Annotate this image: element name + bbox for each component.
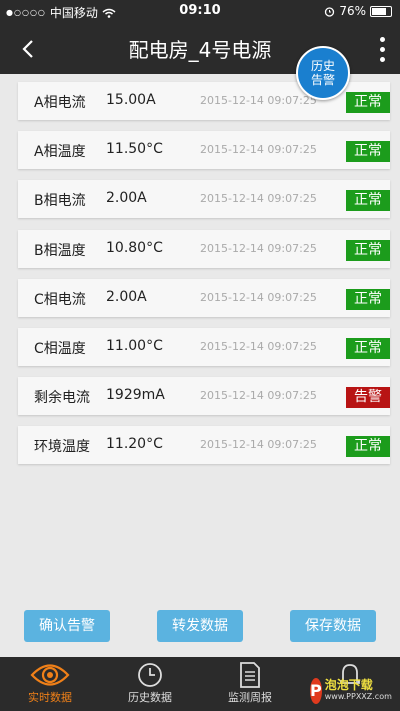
save-data-button[interactable]: 保存数据 [290, 610, 376, 642]
item-value: 15.00A [106, 92, 156, 108]
status-badge: 正常 [346, 92, 390, 113]
battery-fill [372, 7, 386, 15]
status-badge: 告警 [346, 387, 390, 409]
item-value: 2.00A [106, 190, 147, 207]
tab-label: 历史数据 [128, 691, 172, 704]
item-timestamp: 2015-12-14 09:07:25 [200, 339, 317, 353]
forward-data-button[interactable]: 转发数据 [157, 610, 243, 642]
item-timestamp: 2015-12-14 09:07:25 [200, 94, 317, 107]
tab-label: 实时数据 [28, 691, 72, 704]
item-value: 11.50°C [106, 141, 163, 158]
item-name: C相电流 [34, 291, 86, 308]
tab-weekly-report[interactable]: 监测周报 [210, 661, 290, 705]
watermark-badge-icon: P [310, 678, 322, 704]
item-name: C相温度 [34, 340, 86, 357]
item-timestamp: 2015-12-14 09:07:25 [200, 241, 317, 255]
list-item[interactable]: A相温度 11.50°C 2015-12-14 09:07:25 正常 [18, 131, 390, 170]
status-badge: 正常 [346, 239, 390, 261]
watermark-url: www.PPXXZ.com [324, 692, 392, 701]
more-dot-icon [379, 46, 385, 52]
document-icon [210, 661, 290, 689]
item-value: 11.00°C [106, 337, 163, 354]
item-name: A相电流 [34, 95, 86, 111]
item-timestamp: 2015-12-14 09:07:25 [200, 389, 317, 403]
watermark-title: 泡泡下载 [324, 678, 373, 692]
item-value: 10.80°C [106, 239, 163, 256]
status-badge: 正常 [346, 141, 390, 163]
history-alarm-button[interactable]: 历史告警 [296, 46, 350, 100]
history-alarm-label: 历史告警 [310, 59, 335, 87]
tab-realtime-data[interactable]: 实时数据 [10, 661, 90, 705]
watermark-logo: P 泡泡下载 www.PPXXZ.com [310, 676, 392, 706]
item-name: B相电流 [34, 193, 86, 210]
status-right: 76% [324, 4, 392, 18]
status-badge: 正常 [346, 288, 390, 310]
item-timestamp: 2015-12-14 09:07:25 [200, 143, 317, 157]
list-item[interactable]: B相温度 10.80°C 2015-12-14 09:07:25 正常 [18, 229, 390, 268]
watermark-text: 泡泡下载 www.PPXXZ.com [325, 679, 392, 703]
list-item[interactable]: 环境温度 11.20°C 2015-12-14 09:07:25 正常 [18, 426, 390, 465]
list-item[interactable]: 剩余电流 1929mA 2015-12-14 09:07:25 告警 [18, 377, 390, 416]
list-item[interactable]: B相电流 2.00A 2015-12-14 09:07:25 正常 [18, 180, 390, 219]
status-bar: ●○○○○ 中国移动 09:10 76% [0, 0, 400, 22]
alarm-clock-icon [325, 6, 335, 17]
item-timestamp: 2015-12-14 09:07:25 [200, 438, 317, 452]
list-item[interactable]: C相温度 11.00°C 2015-12-14 09:07:25 正常 [18, 327, 390, 366]
status-badge: 正常 [346, 337, 390, 359]
more-dot-icon [379, 36, 385, 42]
battery-icon [370, 5, 392, 17]
measurement-list: A相电流 15.00A 2015-12-14 09:07:25 正常 A相温度 … [18, 82, 390, 476]
item-timestamp: 2015-12-14 09:07:25 [200, 290, 317, 304]
item-name: A相温度 [34, 144, 86, 161]
list-item[interactable]: C相电流 2.00A 2015-12-14 09:07:25 正常 [18, 278, 390, 317]
item-name: 环境温度 [34, 439, 90, 456]
clock-icon [110, 661, 190, 689]
status-badge: 正常 [346, 190, 390, 212]
more-dot-icon [379, 56, 385, 62]
item-value: 11.20°C [106, 436, 163, 453]
battery-percent: 76% [339, 4, 366, 18]
item-value: 2.00A [106, 288, 147, 305]
item-timestamp: 2015-12-14 09:07:25 [200, 192, 317, 206]
tab-label: 监测周报 [228, 691, 272, 704]
item-name: 剩余电流 [34, 390, 90, 407]
tab-history-data[interactable]: 历史数据 [110, 661, 190, 705]
status-badge: 正常 [346, 436, 390, 458]
confirm-alarm-button[interactable]: 确认告警 [24, 610, 110, 642]
eye-icon [10, 661, 90, 689]
action-bar: 确认告警 转发数据 保存数据 [0, 610, 400, 642]
more-menu-button[interactable] [374, 34, 390, 64]
item-value: 1929mA [106, 387, 165, 404]
item-name: B相温度 [34, 242, 86, 259]
